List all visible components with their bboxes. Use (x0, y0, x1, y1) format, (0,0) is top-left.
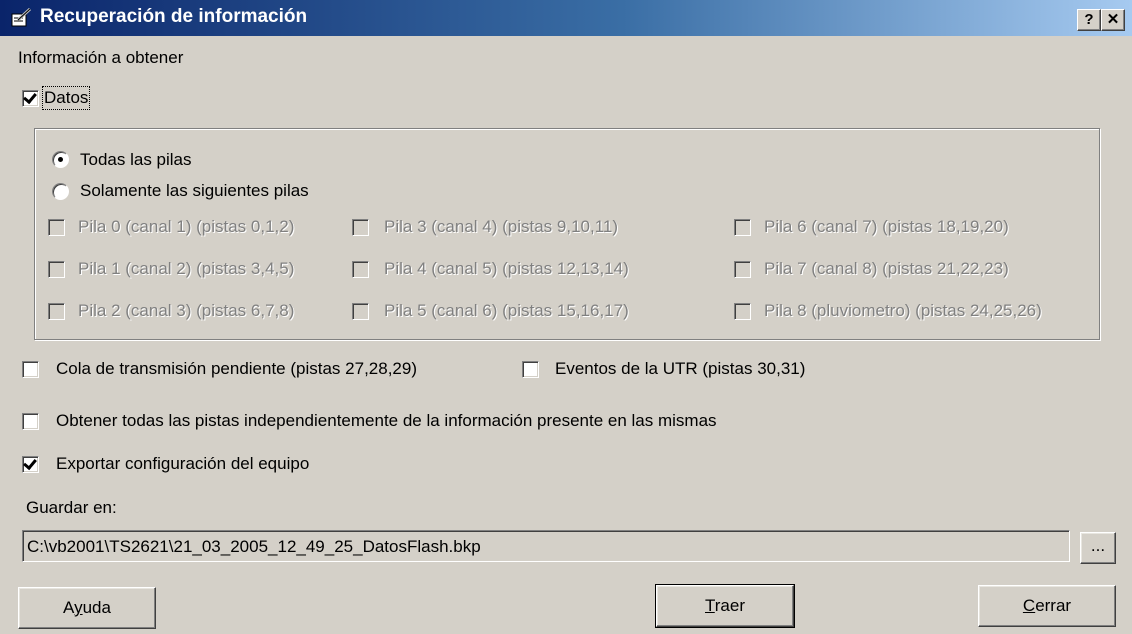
ayuda-label-mnemonic: y (74, 598, 83, 617)
radio-todas-pilas[interactable] (52, 151, 69, 168)
guardar-label: Guardar en: (26, 498, 117, 517)
save-path-field[interactable]: C:\vb2001\TS2621\21_03_2005_12_49_25_Dat… (22, 530, 1070, 562)
eventos-label[interactable]: Eventos de la UTR (pistas 30,31) (555, 359, 805, 379)
pila-3-label: Pila 3 (canal 4) (pistas 9,10,11) (384, 217, 619, 236)
traer-label-post: raer (714, 596, 745, 615)
cola-label[interactable]: Cola de transmisión pendiente (pistas 27… (56, 359, 417, 379)
cola-checkbox[interactable] (22, 361, 39, 378)
pila-5-checkbox[interactable] (352, 303, 369, 320)
pila-8-checkbox[interactable] (734, 303, 751, 320)
pila-1-label: Pila 1 (canal 2) (pistas 3,4,5) (78, 259, 295, 278)
exportar-checkbox[interactable] (22, 456, 39, 473)
todas-pistas-checkbox[interactable] (22, 413, 39, 430)
datos-label[interactable]: Datos (41, 86, 91, 110)
traer-button[interactable]: Traer (655, 584, 795, 628)
traer-label-mnemonic: T (705, 596, 715, 615)
pila-0-checkbox[interactable] (48, 219, 65, 236)
pila-0-label: Pila 0 (canal 1) (pistas 0,1,2) (78, 217, 295, 236)
title-bar: Recuperación de información ? ✕ (0, 0, 1132, 36)
help-button[interactable]: ? (1077, 9, 1101, 31)
pila-8-label: Pila 8 (pluviometro) (pistas 24,25,26) (764, 301, 1042, 320)
pila-1-checkbox[interactable] (48, 261, 65, 278)
pila-7-label: Pila 7 (canal 8) (pistas 21,22,23) (764, 259, 1009, 278)
ayuda-button[interactable]: Ayuda (18, 587, 156, 629)
cerrar-label-mnemonic: C (1022, 596, 1036, 615)
pila-4-checkbox[interactable] (352, 261, 369, 278)
pila-5-label: Pila 5 (canal 6) (pistas 15,16,17) (384, 301, 629, 320)
todas-pistas-label[interactable]: Obtener todas las pistas independienteme… (56, 411, 717, 431)
pencil-document-icon (11, 8, 32, 27)
pila-3-checkbox[interactable] (352, 219, 369, 236)
eventos-checkbox[interactable] (522, 361, 539, 378)
browse-button[interactable]: ... (1080, 532, 1116, 564)
pila-6-checkbox[interactable] (734, 219, 751, 236)
radio-todas-pilas-label[interactable]: Todas las pilas (80, 150, 192, 170)
ayuda-label-post: uda (82, 598, 111, 617)
window-title: Recuperación de información (40, 6, 308, 27)
cerrar-button[interactable]: Cerrar (978, 585, 1116, 627)
info-label: Información a obtener (18, 48, 184, 67)
cerrar-label-post: errar (1035, 596, 1072, 615)
pila-2-label: Pila 2 (canal 3) (pistas 6,7,8) (78, 301, 295, 320)
exportar-label[interactable]: Exportar configuración del equipo (56, 454, 309, 474)
pila-4-label: Pila 4 (canal 5) (pistas 12,13,14) (384, 259, 629, 278)
ayuda-label-pre: A (63, 598, 75, 617)
radio-solamente-pilas[interactable] (52, 183, 69, 200)
pila-7-checkbox[interactable] (734, 261, 751, 278)
datos-checkbox[interactable] (22, 90, 39, 107)
close-button[interactable]: ✕ (1101, 9, 1125, 31)
pila-2-checkbox[interactable] (48, 303, 65, 320)
pila-6-label: Pila 6 (canal 7) (pistas 18,19,20) (764, 217, 1009, 236)
radio-solamente-pilas-label[interactable]: Solamente las siguientes pilas (80, 181, 309, 201)
